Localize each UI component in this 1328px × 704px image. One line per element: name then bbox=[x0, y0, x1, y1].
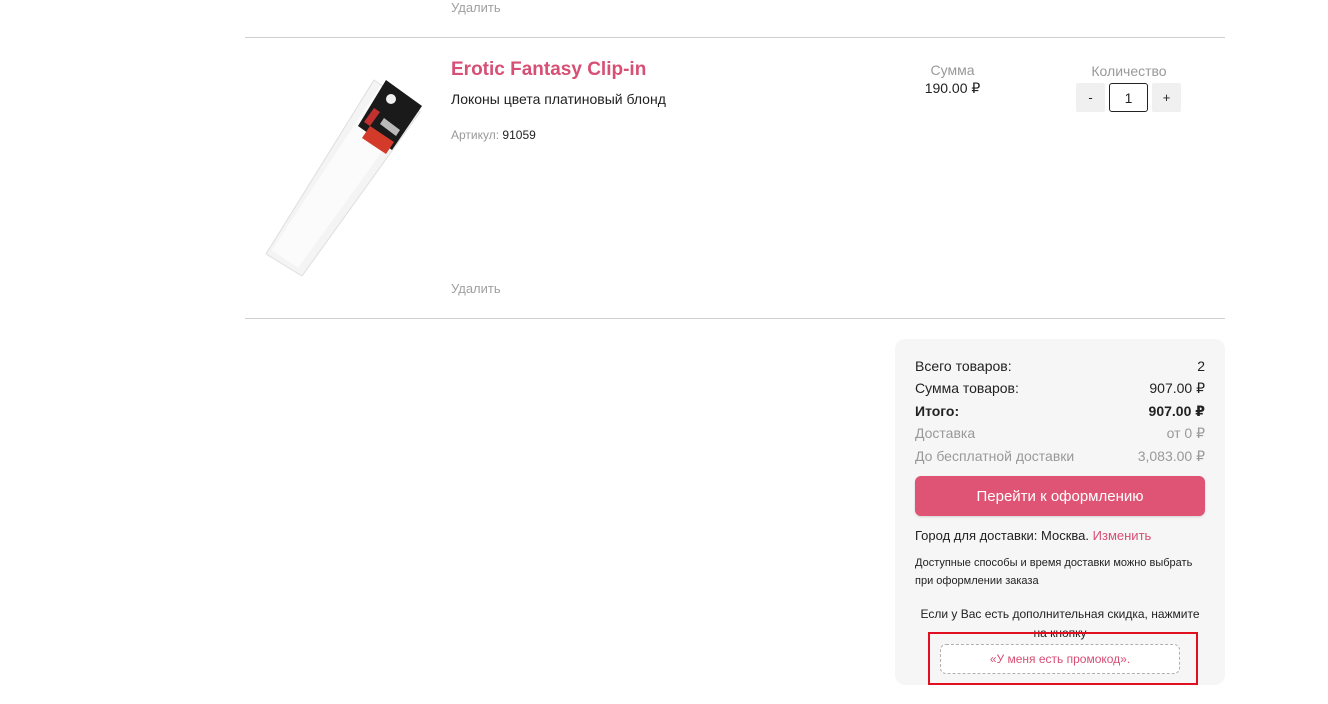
summary-value: 3,083.00 ₽ bbox=[1137, 448, 1205, 464]
summary-row-grand-total: Итого: 907.00 ₽ bbox=[915, 403, 1205, 420]
delete-item-link[interactable]: Удалить bbox=[451, 281, 501, 296]
summary-label: Доставка bbox=[915, 425, 976, 441]
quantity-decrease-button[interactable]: - bbox=[1076, 83, 1105, 112]
summary-row-free-delivery: До бесплатной доставки 3,083.00 ₽ bbox=[915, 448, 1205, 465]
product-title-link[interactable]: Erotic Fantasy Clip-in bbox=[451, 59, 646, 81]
quantity-increase-button[interactable]: + bbox=[1152, 83, 1181, 112]
summary-label: Сумма товаров: bbox=[915, 380, 1019, 396]
sum-label: Сумма bbox=[930, 62, 975, 78]
item-divider-top bbox=[245, 37, 1225, 38]
summary-value: 907.00 ₽ bbox=[1149, 380, 1205, 396]
quantity-input[interactable] bbox=[1109, 83, 1148, 112]
summary-row-items-sum: Сумма товаров: 907.00 ₽ bbox=[915, 380, 1205, 397]
summary-label: До бесплатной доставки bbox=[915, 448, 1075, 464]
product-sku: Артикул: 91059 bbox=[451, 128, 536, 142]
delivery-note: Доступные способы и время доставки можно… bbox=[915, 557, 1193, 587]
summary-value: от 0 ₽ bbox=[1166, 425, 1205, 441]
summary-row-total-items: Всего товаров: 2 bbox=[915, 358, 1205, 374]
item-divider-bottom bbox=[245, 318, 1225, 319]
sum-value: 190.00 ₽ bbox=[924, 80, 981, 96]
delivery-city-text: Город для доставки: Москва. bbox=[915, 528, 1090, 543]
checkout-button[interactable]: Перейти к оформлению bbox=[915, 476, 1205, 516]
previous-item-delete-link[interactable]: Удалить bbox=[451, 0, 501, 15]
delivery-city: Город для доставки: Москва. Изменить bbox=[915, 528, 1151, 543]
summary-value: 907.00 ₽ bbox=[1148, 403, 1205, 419]
quantity-label: Количество bbox=[1091, 63, 1167, 79]
product-subtitle: Локоны цвета платиновый блонд bbox=[451, 91, 666, 107]
sku-value: 91059 bbox=[502, 128, 536, 142]
summary-label: Всего товаров: bbox=[915, 358, 1012, 374]
product-image[interactable] bbox=[262, 78, 432, 283]
change-city-link[interactable]: Изменить bbox=[1093, 528, 1152, 543]
summary-row-delivery: Доставка от 0 ₽ bbox=[915, 425, 1205, 442]
summary-value: 2 bbox=[1197, 358, 1205, 374]
sku-label: Артикул: bbox=[451, 128, 500, 142]
quantity-stepper: - + bbox=[1076, 83, 1181, 112]
summary-label: Итого: bbox=[915, 403, 960, 419]
promo-code-button[interactable]: «У меня есть промокод». bbox=[940, 644, 1180, 674]
